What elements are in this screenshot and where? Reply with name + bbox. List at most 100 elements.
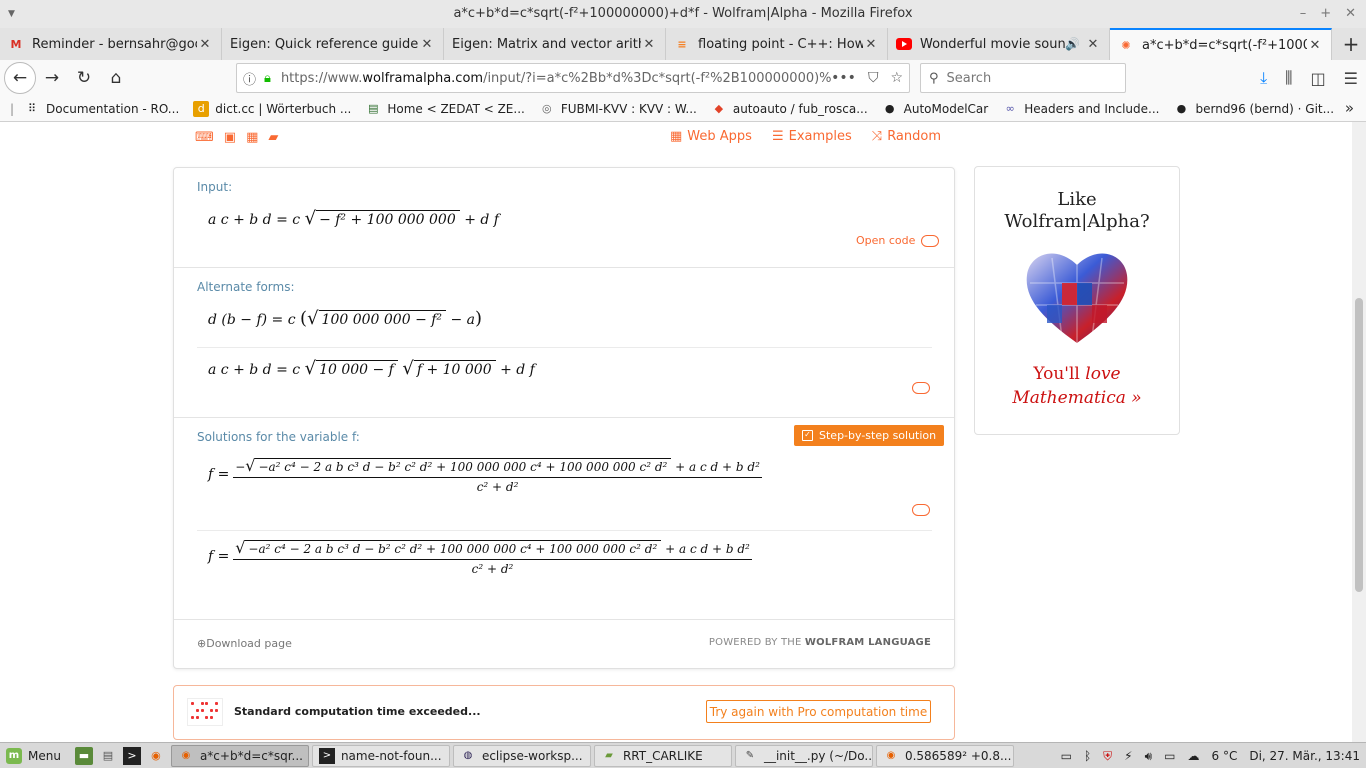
weather-text: 6 °C xyxy=(1211,749,1238,763)
powered-by[interactable]: POWERED BY THE WOLFRAM LANGUAGE xyxy=(709,637,931,648)
close-tab-icon[interactable]: ✕ xyxy=(1307,38,1323,53)
close-tab-icon[interactable]: ✕ xyxy=(641,37,657,52)
gmail-icon: M xyxy=(10,37,22,51)
close-tab-icon[interactable]: ✕ xyxy=(197,37,213,52)
audio-playing-icon[interactable]: 🔊 xyxy=(1065,37,1081,51)
hamburger-menu-icon[interactable]: ☰ xyxy=(1344,69,1358,88)
close-tab-icon[interactable]: ✕ xyxy=(1085,37,1101,52)
reload-button[interactable]: ↻ xyxy=(68,62,100,94)
examples-label: Examples xyxy=(788,129,852,144)
bookmark-item[interactable]: ● bernd96 (bernd) · Git... xyxy=(1173,101,1334,117)
download-page-link[interactable]: ⊕Download page xyxy=(197,637,292,650)
pod-cloud-button[interactable] xyxy=(912,504,930,516)
clock[interactable]: Di, 27. Mär., 13:41 xyxy=(1249,749,1360,763)
bluetooth-icon[interactable]: ᛒ xyxy=(1084,749,1091,763)
solution-lead: f = xyxy=(208,466,230,483)
taskbar-window[interactable]: ◍ eclipse-worksp... xyxy=(452,744,591,767)
network-icon[interactable]: ⚡ xyxy=(1124,749,1132,763)
back-button[interactable]: ← xyxy=(4,62,36,94)
close-tab-icon[interactable]: ✕ xyxy=(419,37,435,52)
bookmark-item[interactable]: ◆ autoauto / fub_rosca... xyxy=(711,101,868,117)
step-by-step-label: Step-by-step solution xyxy=(819,429,937,442)
tab-wolframalpha[interactable]: ✺ a*c+b*d=c*sqrt(-f²+1000000 ✕ xyxy=(1110,28,1332,60)
stackoverflow-icon: ≡ xyxy=(677,37,687,51)
bookmark-item[interactable]: d dict.cc | Wörterbuch ... xyxy=(193,100,351,117)
maximize-button[interactable]: + xyxy=(1320,0,1331,28)
web-apps-label: Web Apps xyxy=(687,129,752,144)
url-bar[interactable]: ⓘ 🔒︎ https://www.wolframalpha.com/input/… xyxy=(236,63,910,93)
window-menu-icon[interactable]: ▼ xyxy=(8,0,15,28)
new-tab-button[interactable]: + xyxy=(1336,28,1366,60)
bookmark-item[interactable]: ⠿ Documentation - RO... xyxy=(24,101,179,117)
url-text[interactable]: https://www.wolframalpha.com/input/?i=a*… xyxy=(281,71,831,86)
home-button[interactable]: ⌂ xyxy=(100,62,132,94)
library-icon[interactable]: ⫼ xyxy=(1285,68,1292,88)
taskbar-window[interactable]: ◉ a*c+b*d=c*sqr... xyxy=(170,744,309,767)
search-input[interactable]: ⚲ Search xyxy=(920,63,1126,93)
pocket-icon[interactable]: ⛉ xyxy=(868,70,879,86)
bookmark-star-icon[interactable]: ☆ xyxy=(890,70,903,86)
camera-icon[interactable]: ▣ xyxy=(224,130,236,145)
youtube-icon xyxy=(896,36,912,52)
weather-icon[interactable]: ☁ xyxy=(1188,749,1200,763)
mathematica-ad[interactable]: Like Wolfram|Alpha? You'll love Mathemat… xyxy=(974,166,1180,435)
minimize-button[interactable]: – xyxy=(1300,0,1307,28)
table-icon[interactable]: ▦ xyxy=(246,130,258,145)
taskbar-window[interactable]: ◉ 0.586589² +0.8... xyxy=(875,744,1014,767)
taskbar-window[interactable]: ✎ __init__.py (~/Do... xyxy=(734,744,873,767)
terminal-icon[interactable]: > xyxy=(122,746,141,765)
bookmark-item[interactable]: ▤ Home < ZEDAT < ZE... xyxy=(365,101,525,117)
tab-stackoverflow[interactable]: ≡ floating point - C++: How to ro ✕ xyxy=(666,28,888,60)
firefox-icon[interactable]: ◉ xyxy=(147,747,165,765)
page-scrollbar[interactable] xyxy=(1352,122,1366,742)
start-menu-button[interactable]: m Menu xyxy=(0,747,69,764)
alternate-forms-pod: Alternate forms: d (b − f) = c (√ 100 000… xyxy=(174,268,954,418)
bookmark-label: Documentation - RO... xyxy=(46,101,180,116)
taskbar-window[interactable]: ▰ RRT_CARLIKE xyxy=(593,744,732,767)
close-window-button[interactable]: ✕ xyxy=(1345,0,1356,28)
sidebar-icon[interactable]: ◫ xyxy=(1311,69,1326,88)
more-bookmarks-icon[interactable]: » xyxy=(1345,99,1354,117)
tab-gmail[interactable]: M Reminder - bernsahr@google ✕ xyxy=(0,28,222,60)
shield-icon[interactable]: ⛨ xyxy=(1103,749,1112,764)
bookmark-label: bernd96 (bernd) · Git... xyxy=(1195,101,1335,116)
close-tab-icon[interactable]: ✕ xyxy=(863,37,879,52)
open-code-label: Open code xyxy=(856,234,916,247)
examples-link[interactable]: ☰ Examples xyxy=(772,129,852,144)
bookmark-item[interactable]: ● AutoModelCar xyxy=(882,101,988,117)
file-manager-icon[interactable]: ▤ xyxy=(99,747,117,765)
volume-icon[interactable]: 🔊︎ xyxy=(1145,749,1153,764)
bookmark-item[interactable]: ∞ Headers and Include... xyxy=(1002,101,1160,117)
bookmark-label: autoauto / fub_rosca... xyxy=(732,101,868,116)
tab-eigen-quickref[interactable]: Eigen: Quick reference guide ✕ xyxy=(222,28,444,60)
pod-cloud-button[interactable] xyxy=(912,382,930,394)
expr-radicand: −a² c⁴ − 2 a b c³ d − b² c² d² + 100 000… xyxy=(248,542,658,556)
grid-icon: ⠿ xyxy=(28,102,37,115)
tab-eigen-matrix[interactable]: Eigen: Matrix and vector arithme ✕ xyxy=(444,28,666,60)
expr-tail: + d f xyxy=(464,212,499,228)
list-icon: ☰ xyxy=(771,129,784,144)
tab-youtube[interactable]: Wonderful movie soundtra 🔊 ✕ xyxy=(888,28,1110,60)
eclipse-icon: ◍ xyxy=(463,750,473,761)
random-link[interactable]: ⤨ Random xyxy=(872,129,941,144)
scrollbar-thumb[interactable] xyxy=(1355,298,1363,592)
taskbar-window[interactable]: > name-not-foun... xyxy=(311,744,450,767)
pro-computation-button[interactable]: Try again with Pro computation time xyxy=(706,700,931,723)
keyboard-icon[interactable]: ⌨ xyxy=(195,130,214,145)
info-icon[interactable]: ⓘ xyxy=(243,69,256,88)
bookmark-item[interactable]: ◎ FUBMI-KVV : KVV : W... xyxy=(539,101,697,117)
web-apps-link[interactable]: ▦ Web Apps xyxy=(670,129,752,144)
tab-title: a*c+b*d=c*sqrt(-f²+1000000 xyxy=(1142,37,1307,53)
screenshot-icon[interactable]: ▭ xyxy=(1061,749,1072,763)
page-actions-icon[interactable]: ••• xyxy=(831,70,856,86)
step-by-step-button[interactable]: ✓ Step-by-step solution xyxy=(794,425,945,446)
show-desktop-icon[interactable]: ▬ xyxy=(74,746,93,765)
search-placeholder: Search xyxy=(946,70,992,86)
downloads-icon[interactable]: ⤓ xyxy=(1260,68,1267,88)
battery-icon[interactable]: ▭ xyxy=(1164,749,1175,763)
forward-button[interactable]: → xyxy=(36,62,68,94)
open-code-link[interactable]: Open code xyxy=(856,234,940,247)
expr-tail: + a c d + b d² xyxy=(675,460,760,474)
folder-icon[interactable]: ▰ xyxy=(268,130,278,145)
wolfram-icon: ✺ xyxy=(1121,38,1131,52)
